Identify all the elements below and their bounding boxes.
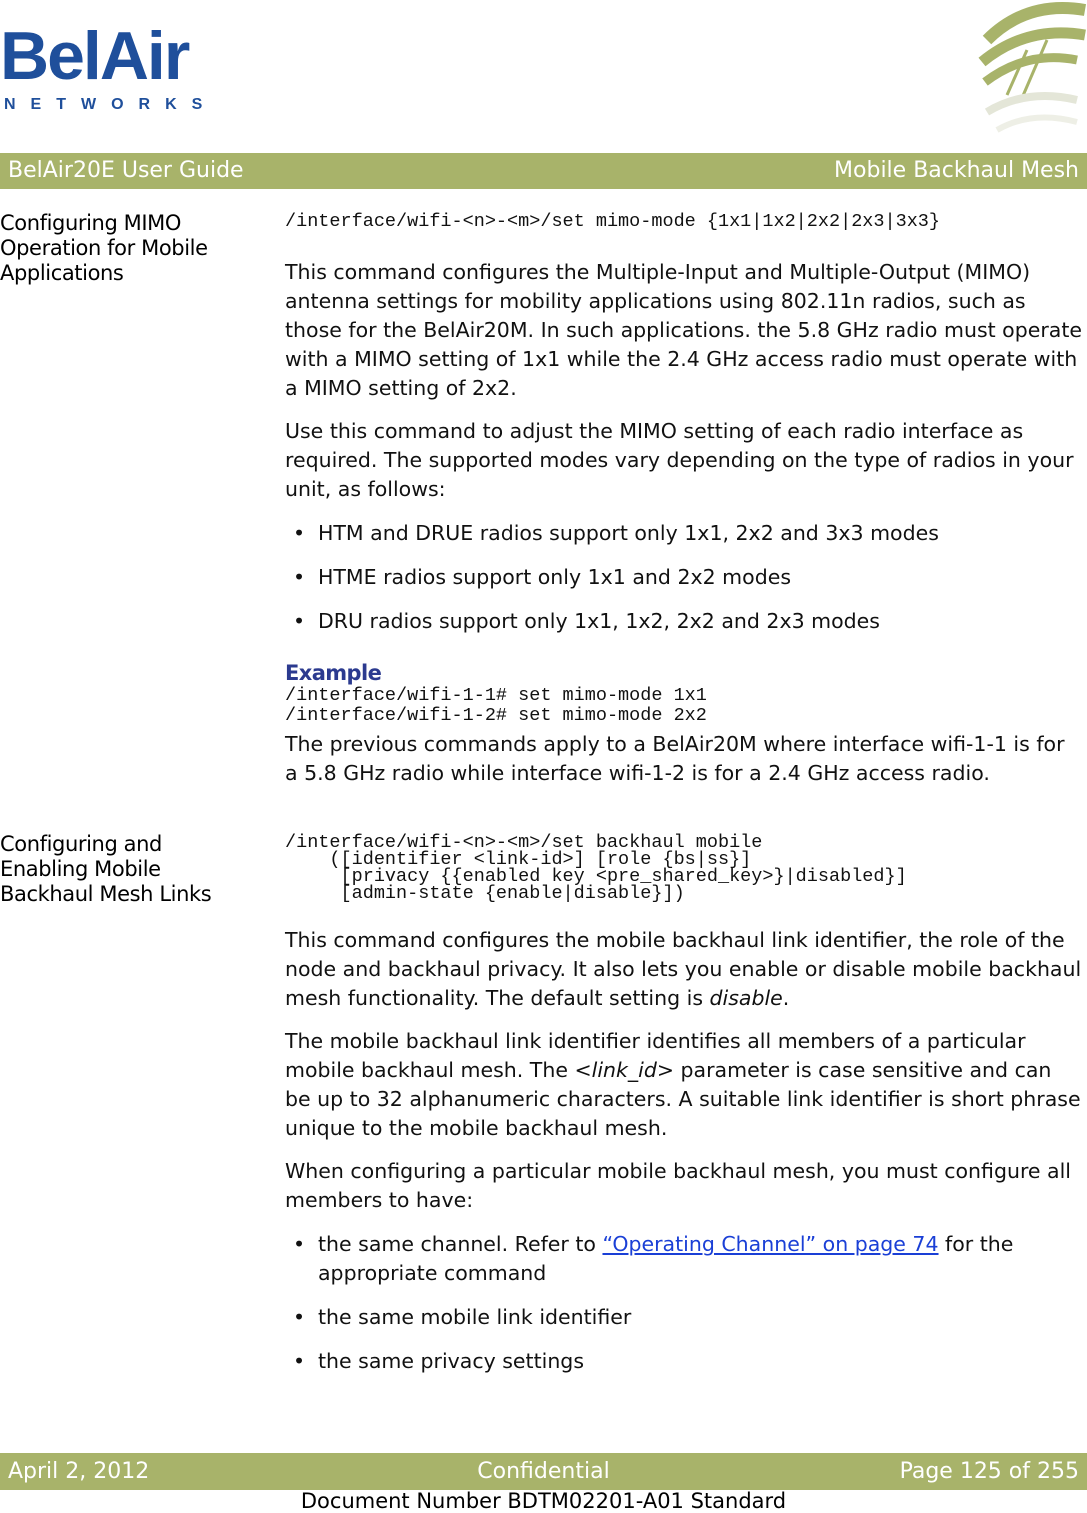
bullet-item: DRU radios support only 1x1, 1x2, 2x2 an… [285,607,1083,636]
text: the same channel. Refer to [318,1232,603,1256]
paragraph: The mobile backhaul link identifier iden… [285,1027,1083,1143]
heading-line: Backhaul Mesh Links [0,882,212,906]
command-syntax: /interface/wifi-<n>-<m>/set mimo-mode {1… [285,211,941,232]
bullet-item: the same mobile link identifier [285,1303,1083,1332]
heading-line: Operation for Mobile [0,236,208,260]
emphasis: disable [709,986,783,1010]
heading-line: Enabling Mobile [0,857,161,881]
brand-swoosh-icon [978,2,1087,133]
paragraph: Use this command to adjust the MIMO sett… [285,419,1074,501]
paragraph: The previous commands apply to a BelAir2… [285,732,1065,785]
section-body-backhaul: /interface/wifi-<n>-<m>/set backhaul mob… [285,832,1083,1376]
paragraph: This command configures the Multiple-Inp… [285,260,1082,400]
example-code: /interface/wifi-1-1# set mimo-mode 1x1 /… [285,685,707,726]
heading-line: Configuring MIMO [0,211,182,235]
chapter-title: Mobile Backhaul Mesh [834,158,1079,183]
bullet-item: HTME radios support only 1x1 and 2x2 mod… [285,563,1083,592]
command-syntax: /interface/wifi-<n>-<m>/set backhaul mob… [285,832,907,904]
paragraph: When configuring a particular mobile bac… [285,1159,1072,1212]
heading-line: Configuring and [0,832,162,856]
example-heading: Example [285,661,382,685]
guide-title: BelAir20E User Guide [8,158,244,183]
emphasis: <link_id> [574,1058,675,1082]
operating-channel-link[interactable]: “Operating Channel” on page 74 [602,1232,938,1256]
logo-subtitle: NETWORKS [4,96,218,113]
text: . [782,986,790,1010]
bullet-item: HTM and DRUE radios support only 1x1, 2x… [285,519,1083,548]
section-body-mimo: /interface/wifi-<n>-<m>/set mimo-mode {1… [285,211,1083,788]
bullet-item: the same privacy settings [285,1347,1083,1376]
logo-wordmark: BelAir [0,18,190,94]
heading-line: Applications [0,261,124,285]
document-number: Document Number BDTM02201-A01 Standard [300,1489,787,1513]
belair-logo: BelAir NETWORKS [0,22,217,114]
section-heading-mimo: Configuring MIMO Operation for Mobile Ap… [0,211,270,286]
paragraph: This command configures the mobile backh… [285,926,1083,1013]
footer-bar: April 2, 2012 Confidential Page 125 of 2… [0,1453,1087,1490]
bullet-item: the same channel. Refer to “Operating Ch… [285,1230,1083,1288]
text: This command configures the mobile backh… [285,928,1082,1010]
header-bar: BelAir20E User Guide Mobile Backhaul Mes… [0,153,1087,189]
section-heading-backhaul: Configuring and Enabling Mobile Backhaul… [0,832,270,907]
footer-page-number: Page 125 of 255 [899,1459,1079,1484]
